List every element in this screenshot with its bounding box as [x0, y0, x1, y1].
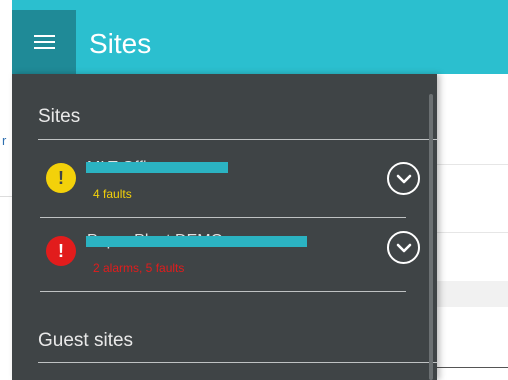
background-divider	[437, 367, 508, 368]
menu-button[interactable]	[12, 10, 76, 74]
chevron-down-icon	[396, 174, 411, 183]
background-strip	[437, 281, 508, 307]
chevron-down-icon	[396, 243, 411, 252]
warning-icon: !	[46, 163, 76, 193]
section-header-guest-sites: Guest sites	[38, 330, 134, 351]
divider	[38, 362, 437, 363]
expand-button[interactable]	[387, 162, 420, 195]
divider	[38, 139, 437, 140]
site-item[interactable]: ! MLT Office 4 faults	[40, 147, 436, 217]
navigation-drawer: Sites ! MLT Office 4 faults ! Paper Plan…	[12, 74, 437, 380]
redaction-bar	[86, 236, 307, 247]
divider	[40, 291, 406, 292]
section-header-sites: Sites	[38, 106, 81, 127]
divider	[40, 217, 406, 218]
site-status: 4 faults	[93, 187, 132, 201]
background-content	[437, 74, 508, 380]
site-status: 2 alarms, 5 faults	[93, 261, 185, 275]
window-edge	[0, 0, 12, 74]
page-title: Sites	[89, 28, 152, 59]
background-divider	[437, 164, 508, 165]
background-fragment: r	[2, 133, 7, 148]
alarm-icon: !	[46, 236, 76, 266]
background-divider	[0, 196, 12, 197]
redaction-bar	[86, 162, 228, 173]
background-divider	[437, 232, 508, 233]
app-bar: Sites	[0, 0, 508, 74]
site-item[interactable]: ! Paper Plant DEMO 2 alarms, 5 faults	[40, 220, 436, 290]
expand-button[interactable]	[387, 231, 420, 264]
scrollbar[interactable]	[429, 94, 433, 380]
